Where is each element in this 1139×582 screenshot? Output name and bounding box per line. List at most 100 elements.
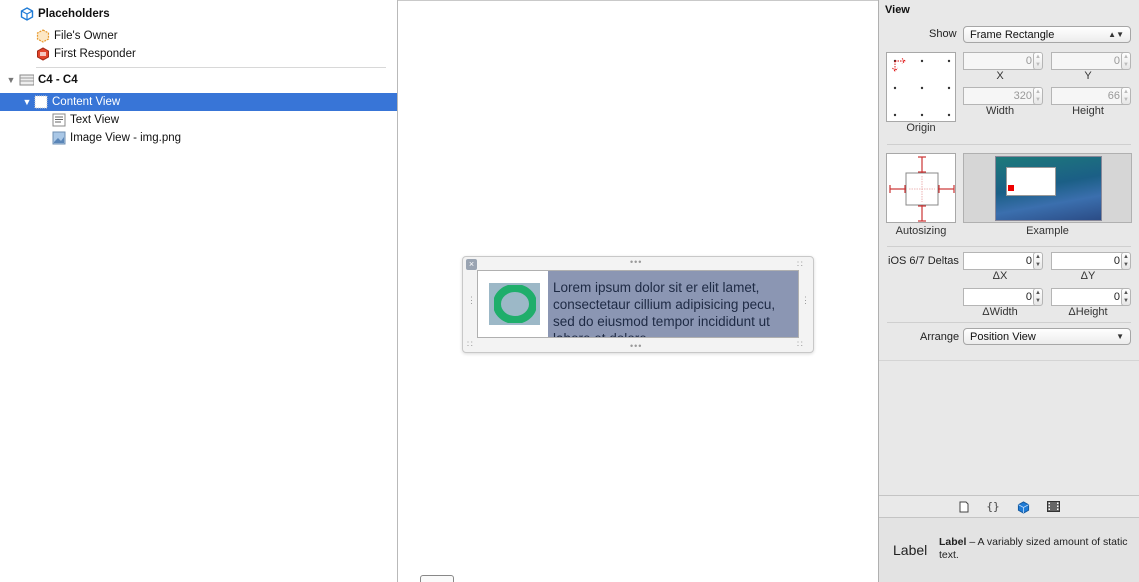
ring-image-icon [493, 285, 536, 323]
delta-y-stepper[interactable]: ▲ ▼ [1121, 252, 1131, 270]
view-icon [34, 95, 48, 109]
close-icon[interactable]: × [466, 259, 477, 270]
outline-files-owner-label: File's Owner [54, 30, 118, 42]
outline-image-view[interactable]: Image View - img.png [0, 129, 397, 147]
outline-first-responder[interactable]: First Responder [0, 45, 397, 63]
disclosure-triangle-icon[interactable]: ▼ [22, 97, 32, 107]
media-library-icon[interactable] [1046, 501, 1060, 513]
outline-content-view[interactable]: ▼ Content View [0, 93, 397, 111]
arrange-popup-value: Position View [970, 330, 1036, 343]
table-cell-icon [19, 74, 34, 86]
outline-first-responder-label: First Responder [54, 48, 136, 60]
library-toolbar: {} [879, 496, 1139, 518]
delta-y-label: ΔY [1080, 270, 1096, 282]
outline-placeholders[interactable]: Placeholders [0, 5, 397, 23]
text-view[interactable]: Lorem ipsum dolor sit er elit lamet, con… [548, 271, 798, 337]
outline-root-label: C4 - C4 [38, 74, 78, 86]
delta-x-stepper[interactable]: ▲ ▼ [1033, 252, 1043, 270]
outline-placeholders-label: Placeholders [38, 8, 110, 20]
height-field[interactable]: 66 [1051, 87, 1125, 105]
chevron-down-icon: ▼ [1116, 332, 1124, 341]
delta-height-label: ΔHeight [1068, 306, 1108, 318]
width-stepper[interactable]: ▲ ▼ [1033, 87, 1043, 105]
delta-y-field[interactable]: 0 [1051, 252, 1125, 270]
divider [887, 322, 1131, 323]
show-popup[interactable]: Frame Rectangle ▲▼ [963, 26, 1131, 43]
example-view-rect [1006, 167, 1056, 196]
cube-icon [20, 7, 34, 21]
x-stepper[interactable]: ▲ ▼ [1033, 52, 1043, 70]
library-item-title: Label [939, 536, 967, 548]
size-inspector: View Show Frame Rectangle ▲▼ 0 ▲ ▼ 0 ▲ ▼ X… [878, 0, 1139, 582]
arrange-popup[interactable]: Position View ▼ [963, 328, 1131, 345]
resize-handle-left[interactable]: ⋮ [467, 296, 476, 305]
height-label: Height [1072, 105, 1104, 117]
outline-files-owner[interactable]: File's Owner [0, 27, 397, 45]
object-library-icon[interactable] [1016, 501, 1030, 514]
resize-handle-bottom[interactable]: ••• [630, 342, 642, 351]
canvas-control-button[interactable] [420, 575, 454, 582]
divider [887, 144, 1131, 145]
delta-height-field[interactable]: 0 [1051, 288, 1125, 306]
example-label: Example [1026, 225, 1069, 237]
object-library: Label Label – A variably sized amount of… [879, 518, 1139, 582]
resize-handle-bottom-right[interactable]: ∷ [797, 340, 804, 349]
y-stepper[interactable]: ▲ ▼ [1121, 52, 1131, 70]
library-item-description[interactable]: Label – A variably sized amount of stati… [939, 536, 1134, 562]
example-wallpaper [995, 156, 1102, 221]
autosizing-label: Autosizing [895, 225, 947, 237]
resize-handle-right[interactable]: ⋮ [801, 296, 810, 305]
updown-arrows-icon: ▲▼ [1108, 30, 1124, 39]
arrange-label: Arrange [920, 331, 960, 343]
origin-grid-icon [892, 58, 951, 117]
x-field[interactable]: 0 [963, 52, 1037, 70]
placeholder-cube-icon [36, 29, 50, 43]
delta-x-field[interactable]: 0 [963, 252, 1037, 270]
origin-selector[interactable] [886, 52, 956, 122]
delta-width-field[interactable]: 0 [963, 288, 1037, 306]
section-title: View [885, 4, 910, 16]
xib-view-frame[interactable]: × ••• ••• ⋮ ⋮ ∷ ∷ ∷ Lorem ipsum dolor si… [462, 256, 814, 353]
y-label: Y [1084, 70, 1092, 82]
show-popup-value: Frame Rectangle [970, 28, 1055, 41]
y-field[interactable]: 0 [1051, 52, 1125, 70]
height-stepper[interactable]: ▲ ▼ [1121, 87, 1131, 105]
first-responder-icon [37, 47, 49, 61]
image-view[interactable] [489, 283, 540, 325]
x-label: X [996, 70, 1004, 82]
width-field[interactable]: 320 [963, 87, 1037, 105]
file-template-icon[interactable] [957, 501, 971, 513]
delta-x-label: ΔX [992, 270, 1008, 282]
deltas-label: iOS 6/7 Deltas [888, 255, 959, 267]
resize-handle-top-right[interactable]: ∷ [797, 260, 804, 269]
text-view-icon [52, 113, 66, 127]
delta-width-label: ΔWidth [982, 306, 1018, 318]
show-label: Show [929, 28, 957, 40]
autosizing-struts-icon [889, 156, 955, 222]
example-preview [963, 153, 1132, 223]
divider [879, 360, 1139, 361]
divider [887, 246, 1131, 247]
autosizing-control[interactable] [886, 153, 956, 223]
content-view[interactable]: Lorem ipsum dolor sit er elit lamet, con… [477, 270, 799, 338]
label-object-icon[interactable]: Label [893, 542, 927, 558]
canvas[interactable]: × ••• ••• ⋮ ⋮ ∷ ∷ ∷ Lorem ipsum dolor si… [398, 0, 878, 582]
resize-handle-top[interactable]: ••• [630, 258, 642, 267]
canvas-top-border [398, 0, 878, 1]
outline-text-view-label: Text View [70, 114, 120, 126]
origin-label: Origin [906, 122, 936, 134]
outline-image-view-label: Image View - img.png [70, 132, 182, 144]
image-view-icon [52, 131, 66, 145]
example-indicator [1008, 185, 1014, 191]
disclosure-triangle-icon[interactable]: ▼ [6, 75, 16, 85]
outline-separator [36, 67, 386, 68]
delta-height-stepper[interactable]: ▲ ▼ [1121, 288, 1131, 306]
document-outline: Placeholders File's Owner First Responde… [0, 0, 398, 582]
outline-text-view[interactable]: Text View [0, 111, 397, 129]
code-snippet-icon[interactable]: {} [986, 501, 1000, 513]
library-item-text: – A variably sized amount of static text… [939, 536, 1128, 561]
delta-width-stepper[interactable]: ▲ ▼ [1033, 288, 1043, 306]
resize-handle-bottom-left[interactable]: ∷ [467, 340, 474, 349]
outline-root[interactable]: ▼ C4 - C4 [0, 71, 397, 89]
inspector-content: View Show Frame Rectangle ▲▼ 0 ▲ ▼ 0 ▲ ▼ X… [879, 0, 1139, 496]
